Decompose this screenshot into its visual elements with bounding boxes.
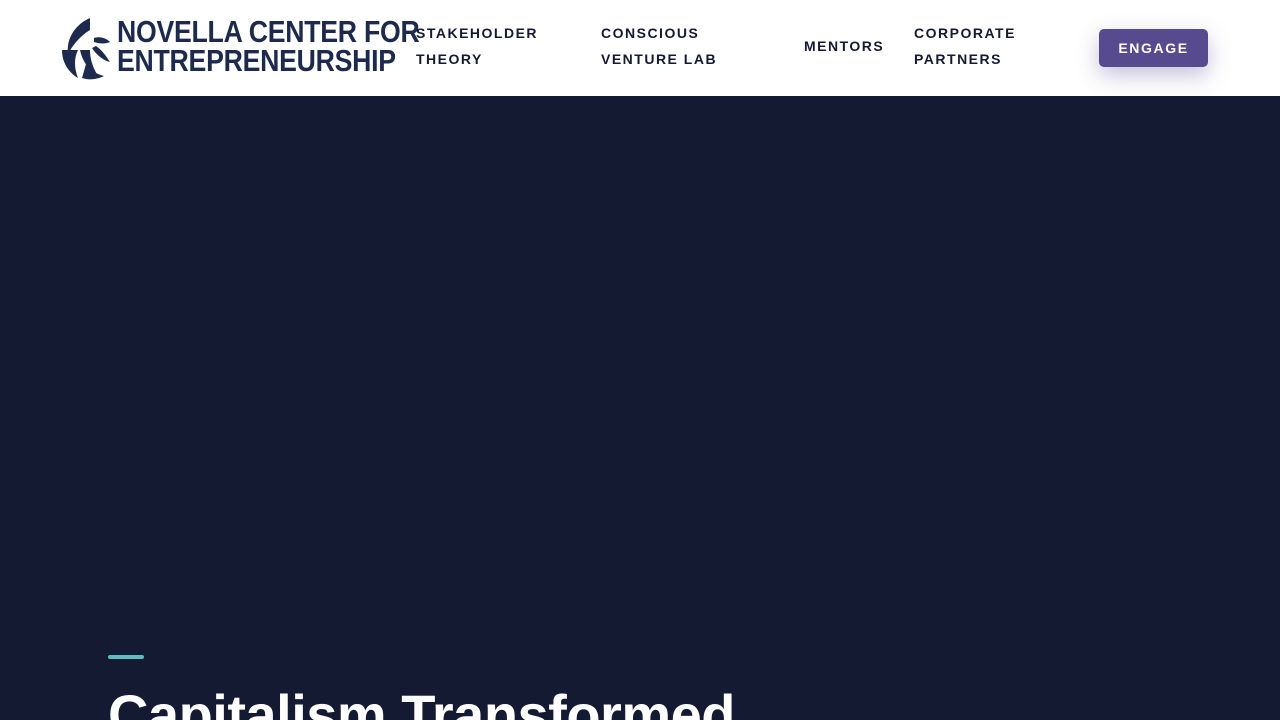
logo-wordmark: NOVELLA CENTER FOR ENTREPRENEURSHIP (117, 14, 420, 78)
nav-corporate-partners[interactable]: CORPORATE PARTNERS (914, 20, 1034, 72)
engage-button[interactable]: ENGAGE (1099, 29, 1208, 67)
logo-line-1: NOVELLA CENTER FOR (117, 14, 420, 49)
hero-accent-bar (108, 655, 144, 659)
site-header: NOVELLA CENTER FOR ENTREPRENEURSHIP STAK… (0, 0, 1280, 96)
nav-conscious-venture-lab[interactable]: CONSCIOUS VENTURE LAB (601, 20, 781, 72)
hero-title: Capitalism Transformed (108, 683, 735, 720)
swirl-logo-icon (62, 18, 110, 80)
hero-section: Capitalism Transformed (0, 96, 1280, 720)
nav-stakeholder-theory[interactable]: STAKEHOLDER THEORY (416, 20, 566, 72)
logo-line-2: ENTREPRENEURSHIP (117, 43, 396, 78)
site-logo[interactable]: NOVELLA CENTER FOR ENTREPRENEURSHIP (60, 14, 420, 81)
nav-mentors[interactable]: MENTORS (804, 33, 884, 59)
